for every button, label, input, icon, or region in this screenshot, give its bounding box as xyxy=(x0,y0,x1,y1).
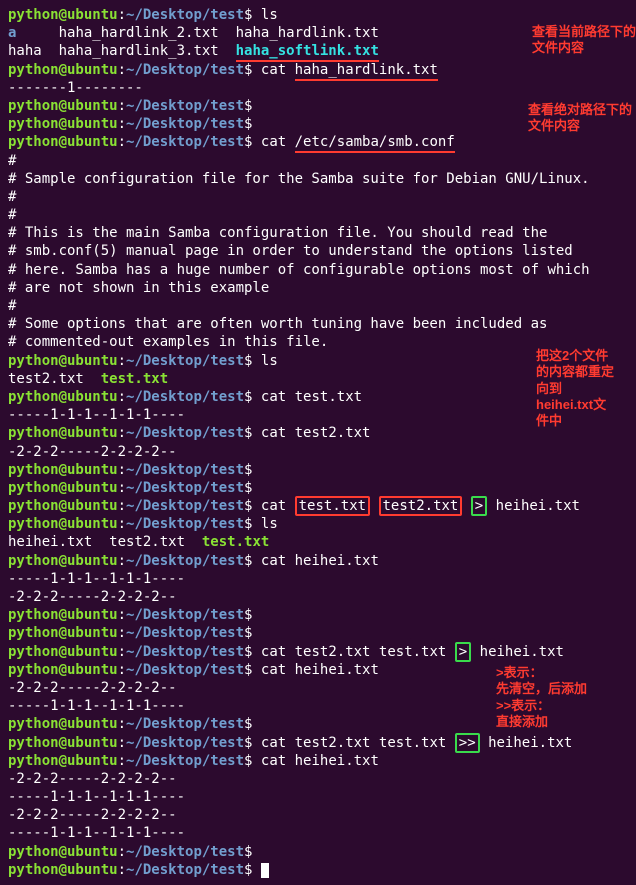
terminal-line: python@ubuntu:~/Desktop/test$ cat heihei… xyxy=(8,552,628,570)
ls-entry-hl: haha_hardlink.txt xyxy=(236,25,379,41)
ls-entry-softlink: haha_softlink.txt xyxy=(236,43,379,62)
terminal-line: python@ubuntu:~/Desktop/test$ xyxy=(8,479,628,497)
annotation-current-path: 查看当前路径下的文件内容 xyxy=(532,24,636,57)
output-line: -----1-1-1--1-1-1---- xyxy=(8,824,628,842)
output-line: -2-2-2-----2-2-2-2-- xyxy=(8,770,628,788)
cmd-cat-heihei: cat heihei.txt xyxy=(261,553,379,569)
prompt-user: python@ubuntu xyxy=(8,7,118,23)
terminal-line: python@ubuntu:~/Desktop/test$ cat /etc/s… xyxy=(8,133,628,151)
output-line: # xyxy=(8,297,628,315)
anno4-line4: 直接添加 xyxy=(496,714,587,730)
terminal-line: python@ubuntu:~/Desktop/test$ cat test.t… xyxy=(8,388,628,406)
output-line: -2-2-2-----2-2-2-2-- xyxy=(8,806,628,824)
terminal-line: python@ubuntu:~/Desktop/test$ cat heihei… xyxy=(8,752,628,770)
redir-gt: > xyxy=(455,642,471,662)
anno4-line1: >表示： xyxy=(496,665,587,681)
ls-output-row: heihei.txt test2.txt test.txt xyxy=(8,533,628,551)
output-line: # are not shown in this example xyxy=(8,279,628,297)
terminal-line: python@ubuntu:~/Desktop/test$ ls xyxy=(8,515,628,533)
terminal-line: python@ubuntu:~/Desktop/test$ xyxy=(8,843,628,861)
output-line: # xyxy=(8,152,628,170)
ls-entry-hl2: haha_hardlink_2.txt xyxy=(59,25,219,41)
arg-test2-boxed: test2.txt xyxy=(379,496,463,516)
output-line: -------1-------- xyxy=(8,79,628,97)
anno3-line1: 把这2个文件 xyxy=(536,348,614,364)
output-line: # xyxy=(8,206,628,224)
cmd-cat-test: cat test.txt xyxy=(261,389,362,405)
arg-smbconf: /etc/samba/smb.conf xyxy=(295,134,455,153)
output-line: # Sample configuration file for the Samb… xyxy=(8,170,628,188)
annotation-absolute-path: 查看绝对路径下的文件内容 xyxy=(528,102,636,135)
arg-heihei: heihei.txt xyxy=(487,498,580,514)
output-line: # Some options that are often worth tuni… xyxy=(8,315,628,333)
terminal-line: python@ubuntu:~/Desktop/test$ xyxy=(8,606,628,624)
output-line: # smb.conf(5) manual page in order to un… xyxy=(8,242,628,260)
ls-entry-a: a xyxy=(8,25,16,41)
ls-entry: heihei.txt test2.txt xyxy=(8,534,202,550)
anno3-line2: 的内容都重定 xyxy=(536,364,614,380)
anno4-line3: >>表示： xyxy=(496,698,587,714)
anno3-line5: 件中 xyxy=(536,413,614,429)
arg-heihei: heihei.txt xyxy=(480,735,573,751)
arg-heihei: heihei.txt xyxy=(471,644,564,660)
terminal-line: python@ubuntu:~/Desktop/test$ ls xyxy=(8,352,628,370)
output-line: # xyxy=(8,188,628,206)
cmd-cat-append: cat test2.txt test.txt xyxy=(261,735,455,751)
ls-entry: test2.txt xyxy=(8,371,101,387)
output-line: # commented-out examples in this file. xyxy=(8,333,628,351)
terminal-line: python@ubuntu:~/Desktop/test$ cat test2.… xyxy=(8,424,628,442)
redir-gt: > xyxy=(471,496,487,516)
annotation-redirect-explain: >表示： 先清空，后添加 >>表示： 直接添加 xyxy=(496,665,587,730)
prompt-path: ~/Desktop/test xyxy=(126,7,244,23)
ls-output-row: test2.txt test.txt xyxy=(8,370,628,388)
terminal-line-active[interactable]: python@ubuntu:~/Desktop/test$ xyxy=(8,861,628,879)
output-line: # here. Samba has a huge number of confi… xyxy=(8,261,628,279)
terminal-line: python@ubuntu:~/Desktop/test$ xyxy=(8,461,628,479)
cursor-icon xyxy=(261,863,269,878)
output-line: -2-2-2-----2-2-2-2-- xyxy=(8,588,628,606)
cmd-cat-heihei: cat heihei.txt xyxy=(261,753,379,769)
terminal-line: python@ubuntu:~/Desktop/test$ ls xyxy=(8,6,628,24)
anno4-line2: 先清空，后添加 xyxy=(496,681,587,697)
cmd-cat-test2: cat test2.txt xyxy=(261,425,371,441)
ls-entry-hl3: haha_hardlink_3.txt xyxy=(59,43,219,59)
terminal-line-redirect: python@ubuntu:~/Desktop/test$ cat test.t… xyxy=(8,497,628,515)
prompt-sym: $ xyxy=(244,7,252,23)
output-line: -----1-1-1--1-1-1---- xyxy=(8,406,628,424)
arg-test-boxed: test.txt xyxy=(295,496,370,516)
annotation-redirect-files: 把这2个文件 的内容都重定 向到 heihei.txt文 件中 xyxy=(536,348,614,429)
cmd-ls: ls xyxy=(261,353,278,369)
cmd-cat: cat xyxy=(261,498,295,514)
arg-hardlink: haha_hardlink.txt xyxy=(295,62,438,81)
output-line: -2-2-2-----2-2-2-2-- xyxy=(8,443,628,461)
terminal-line-append: python@ubuntu:~/Desktop/test$ cat test2.… xyxy=(8,734,628,752)
prompt-sep: : xyxy=(118,7,126,23)
output-line: -----1-1-1--1-1-1---- xyxy=(8,570,628,588)
ls-entry-haha: haha xyxy=(8,43,42,59)
ls-entry-exec: test.txt xyxy=(202,534,269,550)
cmd-cat: cat xyxy=(261,134,295,150)
cmd-ls: ls xyxy=(261,516,278,532)
terminal-line-redirect2: python@ubuntu:~/Desktop/test$ cat test2.… xyxy=(8,643,628,661)
cmd-cat-redir2: cat test2.txt test.txt xyxy=(261,644,455,660)
cmd-cat: cat xyxy=(261,62,295,78)
terminal-line: python@ubuntu:~/Desktop/test$ cat haha_h… xyxy=(8,61,628,79)
output-line: # This is the main Samba configuration f… xyxy=(8,224,628,242)
cmd-cat-heihei: cat heihei.txt xyxy=(261,662,379,678)
redir-gtgt: >> xyxy=(455,733,480,753)
ls-entry-exec: test.txt xyxy=(101,371,168,387)
anno3-line3: 向到 xyxy=(536,381,614,397)
anno3-line4: heihei.txt文 xyxy=(536,397,614,413)
output-line: -----1-1-1--1-1-1---- xyxy=(8,788,628,806)
cmd-ls: ls xyxy=(261,7,278,23)
terminal-line: python@ubuntu:~/Desktop/test$ xyxy=(8,624,628,642)
